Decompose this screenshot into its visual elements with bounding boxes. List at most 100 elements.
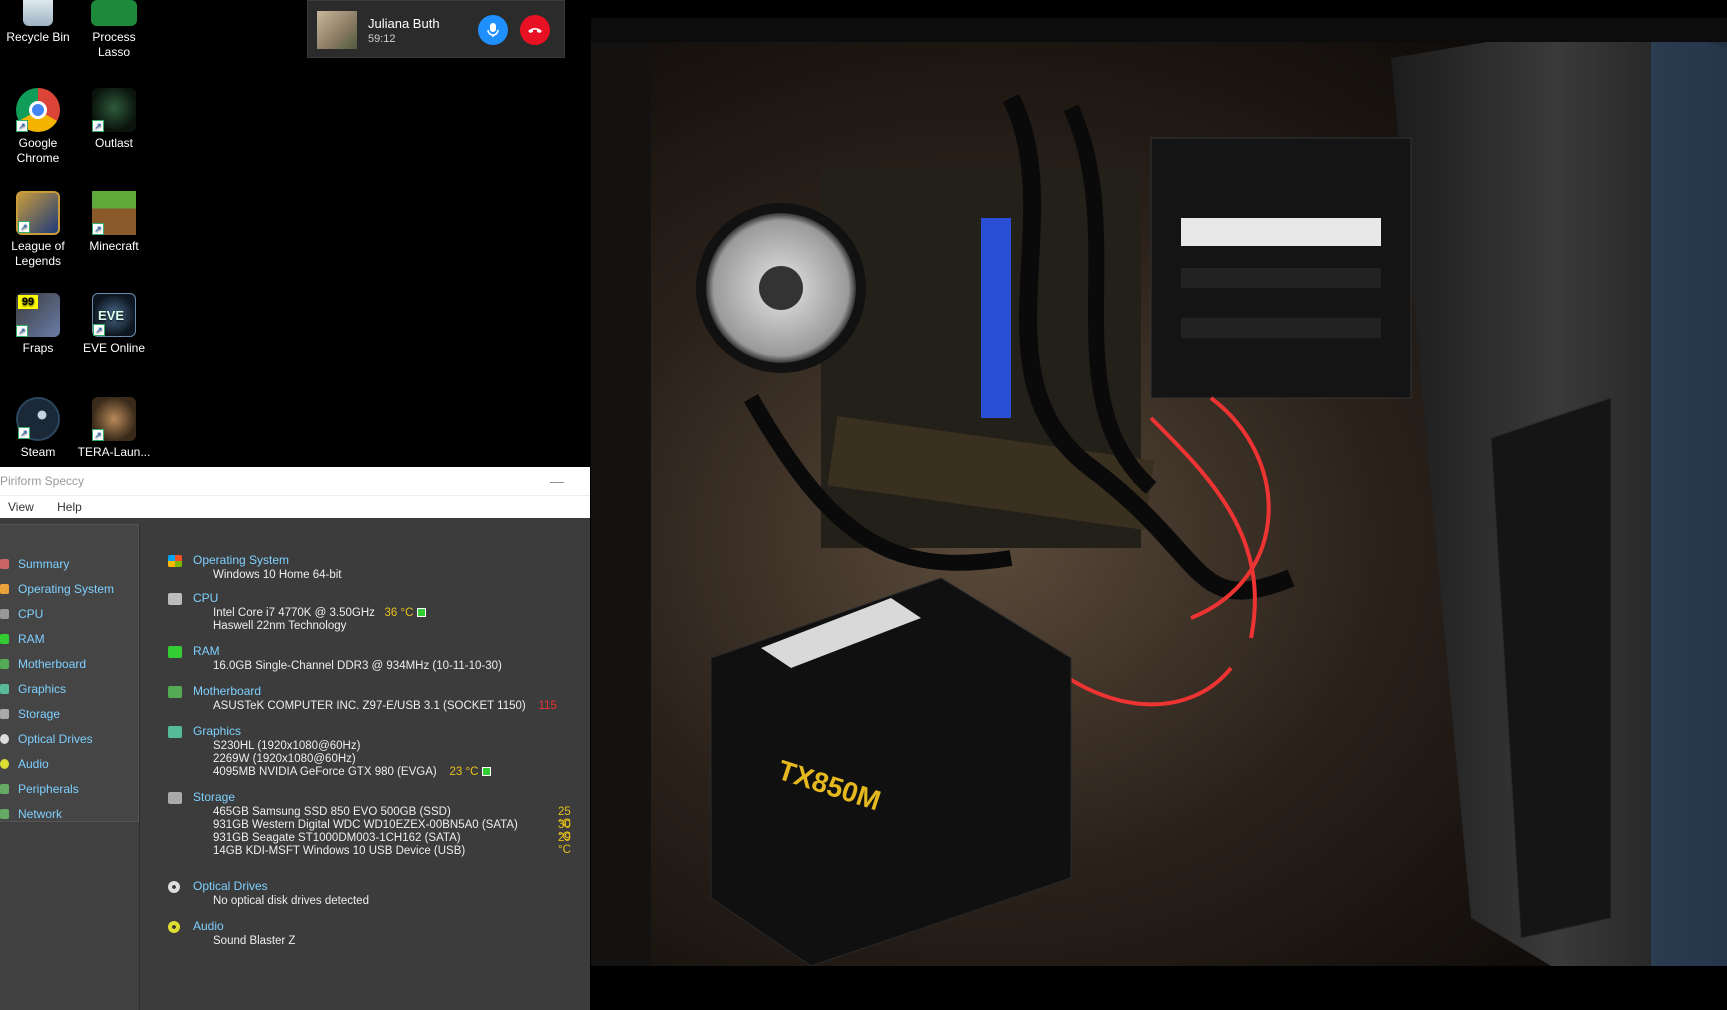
- menu-view[interactable]: View: [8, 500, 34, 514]
- menu-bar: View Help: [0, 495, 590, 518]
- nav-network[interactable]: Network: [0, 803, 135, 825]
- nav-motherboard[interactable]: Motherboard: [0, 653, 135, 675]
- section-title[interactable]: Operating System: [193, 553, 289, 567]
- gpu-model: 4095MB NVIDIA GeForce GTX 980 (EVGA): [213, 766, 437, 778]
- motherboard-model: ASUSTeK COMPUTER INC. Z97-E/USB 3.1 (SOC…: [213, 700, 526, 712]
- nav-label: Network: [18, 807, 63, 821]
- desktop-icon-google-chrome[interactable]: ↗ Google Chrome: [0, 88, 76, 166]
- desktop-icon-label: League of Legends: [11, 239, 65, 268]
- desktop-icon-outlast[interactable]: ↗ Outlast: [76, 88, 152, 151]
- os-value: Windows 10 Home 64-bit: [213, 569, 342, 581]
- drive-1: 465GB Samsung SSD 850 EVO 500GB (SSD): [213, 806, 451, 818]
- phone-hangup-icon: [528, 28, 542, 33]
- recycle-bin-icon: [23, 0, 53, 26]
- section-title[interactable]: Storage: [193, 790, 235, 804]
- eve-online-icon: EVE ↗: [92, 293, 136, 337]
- speccy-sidebar: Summary Operating System CPU RAM Motherb…: [0, 524, 140, 1010]
- hang-up-button[interactable]: [520, 15, 550, 45]
- viewer-bottom-bar: [590, 980, 1727, 1010]
- section-title[interactable]: RAM: [193, 644, 220, 658]
- minecraft-icon: ↗: [92, 191, 136, 235]
- nav-operating-system[interactable]: Operating System: [0, 578, 135, 600]
- shortcut-arrow-icon: ↗: [18, 427, 30, 439]
- optical-value: No optical disk drives detected: [213, 895, 369, 907]
- peripherals-icon: [0, 784, 9, 794]
- nav-label: Audio: [18, 757, 49, 771]
- nav-label: Peripherals: [18, 782, 79, 796]
- minimize-button[interactable]: —: [550, 467, 564, 495]
- optical-drive-icon: [0, 734, 9, 744]
- cpu-model: Intel Core i7 4770K @ 3.50GHz: [213, 607, 375, 619]
- league-of-legends-icon: ↗: [16, 191, 60, 235]
- caller-name: Juliana Buth: [368, 16, 440, 31]
- mute-button[interactable]: [478, 15, 508, 45]
- motherboard-temperature: 115: [538, 700, 557, 712]
- desktop-icon-steam[interactable]: ↗ Steam: [0, 397, 76, 460]
- drive-3-temperature: 29 °C: [558, 832, 571, 856]
- desktop-icon-label: Fraps: [22, 341, 54, 355]
- nav-peripherals[interactable]: Peripherals: [0, 778, 135, 800]
- nav-graphics[interactable]: Graphics: [0, 678, 135, 700]
- window-title: Piriform Speccy: [0, 474, 85, 488]
- desktop-icon-label: EVE Online: [82, 341, 146, 355]
- chrome-icon: ↗: [16, 88, 60, 132]
- motherboard-value: ASUSTeK COMPUTER INC. Z97-E/USB 3.1 (SOC…: [213, 700, 557, 712]
- desktop-icon-label: Minecraft: [89, 239, 139, 253]
- desktop-icon-league-of-legends[interactable]: ↗ League of Legends: [0, 191, 76, 269]
- nav-storage[interactable]: Storage: [0, 703, 135, 725]
- shortcut-arrow-icon: ↗: [93, 324, 105, 336]
- process-lasso-icon: [91, 0, 137, 26]
- desktop-icon-label: Recycle Bin: [6, 30, 70, 44]
- cpu-temperature: 36 °C: [384, 607, 414, 619]
- section-title[interactable]: Motherboard: [193, 684, 261, 698]
- photo-viewer: TX850M: [590, 0, 1727, 1010]
- nav-ram[interactable]: RAM: [0, 628, 135, 650]
- shortcut-arrow-icon: ↗: [92, 223, 104, 235]
- nav-label: Operating System: [18, 582, 115, 596]
- nav-label: Optical Drives: [18, 732, 93, 746]
- ram-icon: [0, 634, 9, 644]
- drive-4: 14GB KDI-MSFT Windows 10 USB Device (USB…: [213, 845, 466, 857]
- desktop-icon-recycle-bin[interactable]: Recycle Bin: [0, 0, 76, 45]
- desktop-icon-tera-launcher[interactable]: ↗ TERA-Laun...: [76, 397, 152, 460]
- motherboard-icon: [168, 686, 182, 698]
- shortcut-arrow-icon: ↗: [16, 120, 28, 132]
- ram-value: 16.0GB Single-Channel DDR3 @ 934MHz (10-…: [213, 660, 502, 672]
- desktop-icon-label: TERA-Laun...: [77, 445, 151, 459]
- section-title[interactable]: CPU: [193, 591, 218, 605]
- desktop-icon-fraps[interactable]: 99 ↗ Fraps: [0, 293, 76, 356]
- menu-help[interactable]: Help: [57, 500, 82, 514]
- nav-label: Storage: [18, 707, 61, 721]
- pc-case-photo[interactable]: TX850M: [591, 18, 1727, 966]
- ram-icon: [168, 646, 182, 658]
- cpu-icon: [168, 593, 182, 605]
- nav-label: RAM: [18, 632, 45, 646]
- nav-audio[interactable]: Audio: [0, 753, 135, 775]
- audio-icon: [168, 921, 180, 933]
- motherboard-icon: [0, 659, 9, 669]
- shortcut-arrow-icon: ↗: [18, 221, 30, 233]
- desktop-icon-label: Outlast: [94, 136, 133, 150]
- gpu-temperature: 23 °C: [449, 766, 479, 778]
- drive-3: 931GB Seagate ST1000DM003-1CH162 (SATA): [213, 832, 461, 844]
- drive-2: 931GB Western Digital WDC WD10EZEX-00BN5…: [213, 819, 518, 831]
- caller-avatar: [317, 11, 357, 49]
- shortcut-arrow-icon: ↗: [92, 120, 104, 132]
- summary-panel: Operating System Windows 10 Home 64-bit …: [150, 524, 590, 1010]
- desktop-icon-process-lasso[interactable]: Process Lasso: [76, 0, 152, 60]
- speccy-titlebar[interactable]: Piriform Speccy —: [0, 467, 590, 495]
- section-title[interactable]: Optical Drives: [193, 879, 268, 893]
- nav-cpu[interactable]: CPU: [0, 603, 135, 625]
- nav-summary[interactable]: Summary: [0, 553, 135, 575]
- cpu-technology: Haswell 22nm Technology: [213, 620, 347, 632]
- desktop-icon-minecraft[interactable]: ↗ Minecraft: [76, 191, 152, 254]
- speccy-window: Piriform Speccy — View Help Summary Oper…: [0, 467, 590, 1010]
- nav-optical-drives[interactable]: Optical Drives: [0, 728, 135, 750]
- desktop-icon-eve-online[interactable]: EVE ↗ EVE Online: [76, 293, 152, 356]
- section-title[interactable]: Audio: [193, 919, 224, 933]
- steam-icon: ↗: [16, 397, 60, 441]
- nav-label: Motherboard: [18, 657, 87, 671]
- tera-icon: ↗: [92, 397, 136, 441]
- section-title[interactable]: Graphics: [193, 724, 241, 738]
- nav-label: CPU: [18, 607, 44, 621]
